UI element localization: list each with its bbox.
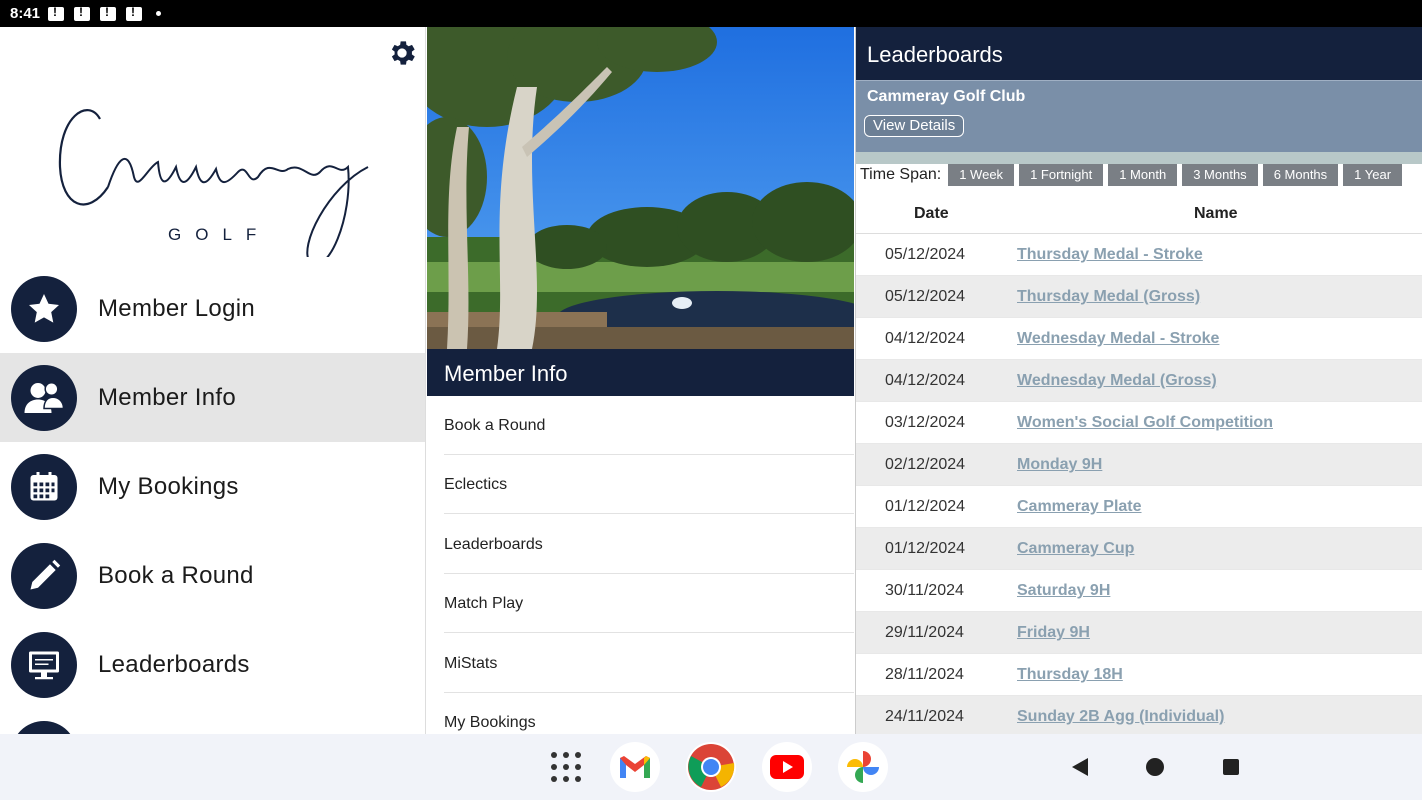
column-header-date[interactable]: Date <box>914 205 949 223</box>
row-name-link[interactable]: Thursday 18H <box>1017 666 1123 684</box>
row-date: 04/12/2024 <box>885 372 966 389</box>
table-row: 04/12/2024 Wednesday Medal - Stroke <box>856 318 1422 360</box>
row-date: 02/12/2024 <box>885 456 966 473</box>
time-span-3-months-button[interactable]: 3 Months <box>1182 164 1258 186</box>
leaderboards-title: Leaderboards <box>856 27 1422 80</box>
row-name-link[interactable]: Cammeray Cup <box>1017 540 1134 558</box>
drawer-item-book-a-round[interactable]: Book a Round <box>0 531 425 620</box>
column-header-name[interactable]: Name <box>1194 205 1238 223</box>
row-date: 30/11/2024 <box>885 582 964 599</box>
time-span-label: Time Span: <box>860 166 942 183</box>
google-photos-icon[interactable] <box>838 742 888 792</box>
drawer-item-label: My Bookings <box>98 472 239 500</box>
star-icon <box>11 275 77 342</box>
table-row: 29/11/2024 Friday 9H <box>856 612 1422 654</box>
table-row: 03/12/2024 Women's Social Golf Competitio… <box>856 402 1422 444</box>
cammeray-golf-logo: GOLF <box>58 109 369 257</box>
row-date: 28/11/2024 <box>885 666 964 683</box>
drawer-item-label: Member Login <box>98 294 256 322</box>
row-name-link[interactable]: Cammeray Plate <box>1017 498 1142 516</box>
view-details-button[interactable]: View Details <box>864 115 965 137</box>
row-name-link[interactable]: Wednesday Medal (Gross) <box>1017 372 1217 390</box>
back-button[interactable] <box>1072 758 1088 776</box>
table-row: 28/11/2024 Thursday 18H <box>856 654 1422 696</box>
more-notifications-icon <box>156 11 162 16</box>
drawer-item-member-login[interactable]: Member Login <box>0 264 425 353</box>
home-button[interactable] <box>1146 758 1164 776</box>
drawer-item-label: Member Info <box>98 383 237 411</box>
row-name-link[interactable]: Women's Social Golf Competition <box>1017 414 1273 432</box>
row-name-link[interactable]: Wednesday Medal - Stroke <box>1017 330 1219 348</box>
members-icon <box>11 364 77 431</box>
list-item-mistats[interactable]: MiStats <box>427 634 854 693</box>
gear-icon[interactable] <box>386 37 418 69</box>
time-span-6-months-button[interactable]: 6 Months <box>1262 164 1339 186</box>
drawer-item-member-info[interactable]: Member Info <box>0 353 425 442</box>
drawer-item-leaderboards[interactable]: Leaderboards <box>0 620 425 709</box>
pencil-icon <box>11 542 77 609</box>
notification-icon <box>126 5 143 21</box>
row-name-link[interactable]: Sunday 2B Agg (Individual) <box>1017 708 1224 726</box>
row-date: 29/11/2024 <box>885 624 964 641</box>
recents-button[interactable] <box>1223 759 1239 775</box>
monitor-icon <box>11 631 77 698</box>
menu-icon <box>11 720 77 734</box>
app-drawer-icon[interactable] <box>550 751 582 783</box>
list-item-book-a-round[interactable]: Book a Round <box>427 396 854 455</box>
row-name-link[interactable]: Thursday Medal (Gross) <box>1017 288 1200 306</box>
svg-text:GOLF: GOLF <box>168 225 270 244</box>
clock: 8:41 <box>10 5 41 22</box>
calendar-icon <box>11 453 77 520</box>
time-span-bar: Time Span: 1 Week 1 Fortnight 1 Month 3 … <box>856 160 1422 190</box>
navigation-drawer: GOLF Member Login Member Info My Booking… <box>0 27 426 734</box>
list-item-leaderboards[interactable]: Leaderboards <box>427 515 854 574</box>
row-date: 03/12/2024 <box>885 414 966 431</box>
club-bar: Cammeray Golf Club View Details <box>856 80 1422 164</box>
drawer-item-my-bookings[interactable]: My Bookings <box>0 442 425 531</box>
leaderboards-panel: Leaderboards Cammeray Golf Club View Det… <box>855 27 1422 734</box>
golf-course-photo <box>427 27 854 349</box>
row-name-link[interactable]: Monday 9H <box>1017 456 1102 474</box>
table-row: 04/12/2024 Wednesday Medal (Gross) <box>856 360 1422 402</box>
notification-icon <box>74 5 91 21</box>
row-name-link[interactable]: Thursday Medal - Stroke <box>1017 246 1203 264</box>
table-row: 24/11/2024 Sunday 2B Agg (Individual) <box>856 696 1422 734</box>
row-name-link[interactable]: Saturday 9H <box>1017 582 1110 600</box>
time-span-1-fortnight-button[interactable]: 1 Fortnight <box>1019 164 1104 186</box>
drawer-item-label: Leaderboards <box>98 650 250 678</box>
row-date: 04/12/2024 <box>885 330 966 347</box>
table-row: 01/12/2024 Cammeray Cup <box>856 528 1422 570</box>
list-item-match-play[interactable]: Match Play <box>427 574 854 633</box>
system-navigation-bar <box>0 734 1422 800</box>
row-date: 01/12/2024 <box>885 540 966 557</box>
list-item-eclectics[interactable]: Eclectics <box>427 455 854 514</box>
time-span-1-year-button[interactable]: 1 Year <box>1343 164 1403 186</box>
notification-icon <box>100 5 117 21</box>
table-row: 05/12/2024 Thursday Medal (Gross) <box>856 276 1422 318</box>
youtube-icon[interactable] <box>762 742 812 792</box>
list-item-my-bookings[interactable]: My Bookings <box>427 693 854 734</box>
status-bar: 8:41 3G <box>0 0 1422 734</box>
row-date: 05/12/2024 <box>885 288 966 305</box>
time-span-1-week-button[interactable]: 1 Week <box>948 164 1015 186</box>
member-info-title: Member Info <box>427 349 854 396</box>
member-info-panel: Member Info Book a Round Eclectics Leade… <box>427 27 854 734</box>
row-date: 24/11/2024 <box>885 708 964 725</box>
table-row: 01/12/2024 Cammeray Plate <box>856 486 1422 528</box>
notification-icon <box>48 5 65 21</box>
table-header: Date Name <box>856 192 1422 234</box>
drawer-item-label: Book a Round <box>98 561 254 589</box>
row-name-link[interactable]: Friday 9H <box>1017 624 1090 642</box>
table-row: 02/12/2024 Monday 9H <box>856 444 1422 486</box>
table-row: 30/11/2024 Saturday 9H <box>856 570 1422 612</box>
time-span-1-month-button[interactable]: 1 Month <box>1108 164 1178 186</box>
gmail-icon[interactable] <box>610 742 660 792</box>
chrome-icon[interactable] <box>686 742 736 792</box>
table-row: 05/12/2024 Thursday Medal - Stroke <box>856 234 1422 276</box>
row-date: 01/12/2024 <box>885 498 966 515</box>
club-name: Cammeray Golf Club <box>867 88 1026 105</box>
drawer-item-partial[interactable] <box>0 709 425 734</box>
row-date: 05/12/2024 <box>885 246 966 263</box>
